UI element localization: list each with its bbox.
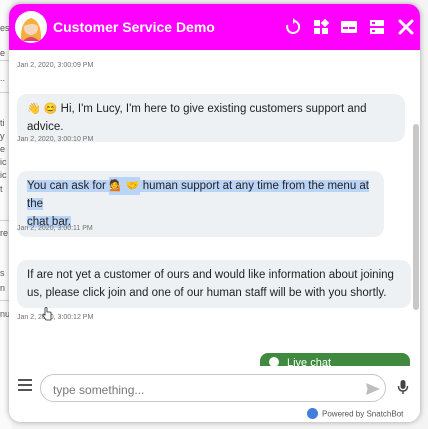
powered-by-label: Powered by SnatchBot (322, 409, 404, 419)
layout-icon[interactable] (367, 17, 387, 37)
send-icon[interactable] (364, 380, 382, 398)
emoji: 💁 🤝 (109, 177, 140, 195)
powered-by[interactable]: Powered by SnatchBot (307, 408, 404, 420)
scrollbar[interactable] (413, 124, 419, 310)
message-input[interactable] (51, 380, 345, 399)
message-timestamp: Jan 2, 2020, 3:00:12 PM (17, 314, 94, 321)
message-list[interactable]: Jan 2, 2020, 3:00:09 PM 👋 😊 Hi, I'm Lucy… (9, 50, 420, 370)
refresh-icon[interactable] (283, 17, 303, 37)
message-timestamp: Jan 2, 2020, 3:00:09 PM (17, 62, 94, 69)
background-text: ti (0, 118, 5, 128)
bot-avatar (15, 11, 47, 43)
message-input-box (40, 374, 386, 402)
bot-message: If are not yet a customer of ours and wo… (17, 260, 411, 308)
microphone-icon[interactable] (397, 379, 409, 395)
message-text: You can ask for (27, 180, 106, 192)
background-text: s (0, 268, 5, 278)
message-timestamp: Jan 2, 2020, 3:00:10 PM (17, 136, 94, 143)
background-text: ic (0, 157, 7, 167)
message-text: If are not yet a customer of ours and wo… (27, 269, 394, 281)
background-text: re (0, 228, 9, 238)
message-timestamp: Jan 2, 2020, 3:00:11 PM (17, 225, 93, 232)
composer-bar: Powered by SnatchBot (9, 366, 420, 422)
background-text: y (0, 131, 5, 141)
chat-widget: Customer Service Demo Jan 2, 2020, 3:00:… (9, 4, 420, 422)
hand-cursor-icon (42, 307, 52, 321)
snatchbot-logo-icon (307, 408, 318, 419)
menu-icon[interactable] (17, 378, 33, 392)
close-icon[interactable] (396, 17, 416, 37)
grid-menu-icon[interactable] (311, 17, 331, 37)
chat-title: Customer Service Demo (53, 19, 215, 35)
message-text: Hi, I'm Lucy, I'm here to give existing … (27, 103, 367, 133)
message-text: us, please click join and one of our hum… (27, 287, 387, 299)
card-icon[interactable] (339, 17, 359, 37)
background-text: n (0, 283, 6, 293)
emoji: 👋 😊 (27, 103, 58, 115)
background-text: ic (0, 170, 7, 180)
background-text: e (0, 144, 6, 154)
bot-message: 👋 😊 Hi, I'm Lucy, I'm here to give exist… (17, 94, 405, 142)
background-text: .. (0, 73, 6, 83)
chat-header: Customer Service Demo (9, 4, 420, 50)
background-text: t (0, 184, 3, 194)
background-text: e (0, 48, 6, 58)
